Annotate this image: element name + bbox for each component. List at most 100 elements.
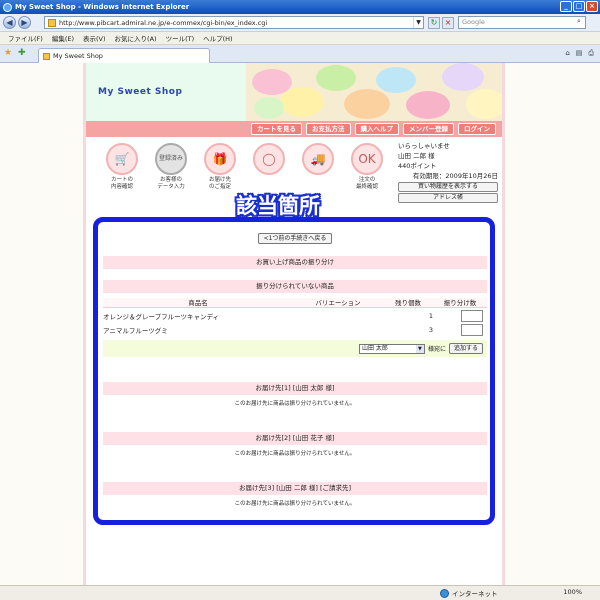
window-controls: _ □ × bbox=[560, 1, 598, 12]
allocate-qty-input[interactable] bbox=[461, 310, 483, 322]
tab-bar: ★ ✚ My Sweet Shop ⌂ ▤ ⎙ bbox=[0, 45, 600, 63]
item-name: アニマルフルーツグミ bbox=[103, 327, 168, 335]
page-viewport: My Sweet Shop カートを見る お支払方法 購入ヘルプ メンバー登録 … bbox=[0, 63, 600, 585]
forward-button[interactable]: ▶ bbox=[18, 16, 31, 29]
address-dropdown-icon[interactable]: ▼ bbox=[413, 17, 423, 28]
chevron-down-icon: ▼ bbox=[415, 344, 424, 353]
feeds-icon[interactable]: ▤ bbox=[576, 49, 583, 58]
col-remaining: 残り個数 bbox=[395, 299, 421, 307]
checkout-steps: 🛒 カートの 内容確認 登録済み お客様の データ入力 🎁 お届け先 のご指定 … bbox=[100, 143, 389, 191]
step-delivery: 🚚 bbox=[296, 143, 340, 191]
destination-1-heading: お届け先[1] [山田 太郎 様] bbox=[103, 382, 487, 395]
tab-page-icon bbox=[43, 52, 50, 60]
table-row: アニマルフルーツグミ 3 bbox=[103, 324, 487, 336]
back-step-button[interactable]: <1つ前の手続きへ戻る bbox=[258, 233, 332, 244]
shop-header: My Sweet Shop bbox=[86, 63, 502, 121]
shop-logo[interactable]: My Sweet Shop bbox=[86, 63, 246, 121]
highlight-frame: <1つ前の手続きへ戻る お買い上げ商品の振り分け 振り分けられていない商品 商品… bbox=[93, 217, 495, 525]
search-input[interactable]: Google bbox=[458, 16, 586, 29]
search-icon[interactable]: ⌕ bbox=[577, 17, 587, 27]
step-cart: 🛒 カートの 内容確認 bbox=[100, 143, 144, 191]
recipient-select[interactable]: 山田 太郎 ▼ bbox=[358, 343, 425, 354]
close-button[interactable]: × bbox=[586, 1, 598, 12]
destination-3-note: このお届け先に商品は振り分けられていません。 bbox=[234, 501, 356, 507]
menu-help[interactable]: ヘルプ(H) bbox=[203, 33, 232, 43]
purchase-history-button[interactable]: 買い物履歴を表示する bbox=[398, 182, 498, 192]
step-customer-data: 登録済み お客様の データ入力 bbox=[149, 143, 193, 191]
nav-view-cart[interactable]: カートを見る bbox=[251, 123, 302, 135]
add-button[interactable]: 追加する bbox=[448, 343, 483, 354]
select-suffix: 様宛に bbox=[427, 346, 446, 353]
menu-file[interactable]: ファイル(F) bbox=[8, 33, 43, 43]
maximize-button[interactable]: □ bbox=[573, 1, 585, 12]
item-remaining: 1 bbox=[428, 312, 433, 320]
table-row: オレンジ＆グレープフルーツキャンディ 1 bbox=[103, 310, 487, 322]
col-variation: バリエーション bbox=[315, 299, 361, 307]
step-wrapping: ◯ bbox=[247, 143, 291, 191]
destination-3-heading: お届け先[3] [山田 二郎 様] [ご請求先] bbox=[103, 482, 487, 495]
command-bar: ⌂ ▤ ⎙ bbox=[565, 49, 594, 58]
globe-icon bbox=[440, 588, 449, 598]
print-icon[interactable]: ⎙ bbox=[588, 49, 594, 58]
registered-badge-icon: 登録済み bbox=[155, 143, 187, 175]
candy-banner-image bbox=[246, 63, 502, 121]
tab-title: My Sweet Shop bbox=[53, 52, 103, 60]
col-allocate: 振り分け数 bbox=[443, 299, 477, 307]
greeting: いらっしゃいませ bbox=[398, 142, 450, 150]
address-url: http://www.pibcart.admiral.ne.jp/e-comme… bbox=[59, 18, 268, 27]
zoom-level[interactable]: 100% bbox=[563, 588, 582, 596]
address-toolbar: ◀ ▶ http://www.pibcart.admiral.ne.jp/e-c… bbox=[0, 14, 600, 32]
destination-2-heading: お届け先[2] [山田 花子 様] bbox=[103, 432, 487, 445]
shop-nav: カートを見る お支払方法 購入ヘルプ メンバー登録 ログイン bbox=[86, 121, 502, 137]
col-product-name: 商品名 bbox=[188, 299, 208, 307]
menu-edit[interactable]: 編集(E) bbox=[52, 33, 74, 43]
callout-label: 該当箇所 bbox=[236, 194, 320, 218]
user-points: 440ポイント bbox=[398, 162, 437, 170]
nav-payment[interactable]: お支払方法 bbox=[306, 123, 351, 135]
truck-icon: 🚚 bbox=[302, 143, 334, 175]
tab-my-sweet-shop[interactable]: My Sweet Shop bbox=[38, 48, 210, 63]
item-name: オレンジ＆グレープフルーツキャンディ bbox=[103, 313, 220, 321]
user-info: いらっしゃいませ 山田 二郎 様 440ポイント 有効期限：2009年10月26… bbox=[398, 141, 498, 203]
ring-icon: ◯ bbox=[253, 143, 285, 175]
points-expiry: 有効期限：2009年10月26日 bbox=[412, 172, 498, 180]
destination-2-note: このお届け先に商品は振り分けられていません。 bbox=[234, 451, 356, 457]
destination-1-note: このお届け先に商品は振り分けられていません。 bbox=[234, 401, 356, 407]
window-title: My Sweet Shop - Windows Internet Explore… bbox=[15, 3, 190, 11]
user-name: 山田 二郎 様 bbox=[398, 152, 435, 160]
menu-bar: ファイル(F) 編集(E) 表示(V) お気に入り(A) ツール(T) ヘルプ(… bbox=[0, 32, 600, 45]
cart-icon: 🛒 bbox=[106, 143, 138, 175]
stop-button[interactable]: × bbox=[442, 17, 454, 29]
back-button[interactable]: ◀ bbox=[3, 16, 16, 29]
ok-icon: OK bbox=[351, 143, 383, 175]
menu-view[interactable]: 表示(V) bbox=[83, 33, 106, 43]
menu-favorites[interactable]: お気に入り(A) bbox=[115, 33, 157, 43]
status-bar: インターネット 100% bbox=[0, 585, 600, 600]
refresh-button[interactable]: ↻ bbox=[428, 17, 440, 29]
assign-bar: 山田 太郎 ▼ 様宛に 追加する bbox=[103, 340, 487, 357]
menu-tools[interactable]: ツール(T) bbox=[166, 33, 195, 43]
page-icon bbox=[48, 18, 56, 27]
gift-icon: 🎁 bbox=[204, 143, 236, 175]
items-table-header: 商品名 バリエーション 残り個数 振り分け数 bbox=[103, 298, 487, 308]
nav-register[interactable]: メンバー登録 bbox=[403, 123, 454, 135]
window-titlebar: My Sweet Shop - Windows Internet Explore… bbox=[0, 0, 600, 14]
allocation-heading: お買い上げ商品の振り分け bbox=[103, 256, 487, 269]
nav-help[interactable]: 購入ヘルプ bbox=[354, 123, 399, 135]
step-destination: 🎁 お届け先 のご指定 bbox=[198, 143, 242, 191]
minimize-button[interactable]: _ bbox=[560, 1, 572, 12]
ie-logo-icon bbox=[3, 2, 12, 12]
favorites-star-icon[interactable]: ★ bbox=[4, 48, 12, 58]
security-zone: インターネット bbox=[440, 588, 498, 598]
step-final-confirm: OK 注文の 最終確認 bbox=[345, 143, 389, 191]
item-remaining: 3 bbox=[428, 326, 433, 334]
add-favorite-icon[interactable]: ✚ bbox=[18, 48, 26, 58]
nav-login[interactable]: ログイン bbox=[458, 123, 496, 135]
allocate-qty-input[interactable] bbox=[461, 324, 483, 336]
unassigned-heading: 振り分けられていない商品 bbox=[103, 280, 487, 293]
zone-label: インターネット bbox=[452, 590, 498, 598]
home-icon[interactable]: ⌂ bbox=[565, 49, 569, 58]
shop-page: My Sweet Shop カートを見る お支払方法 購入ヘルプ メンバー登録 … bbox=[83, 63, 505, 585]
address-book-button[interactable]: アドレス帳 bbox=[398, 193, 498, 203]
address-bar[interactable]: http://www.pibcart.admiral.ne.jp/e-comme… bbox=[44, 16, 424, 29]
